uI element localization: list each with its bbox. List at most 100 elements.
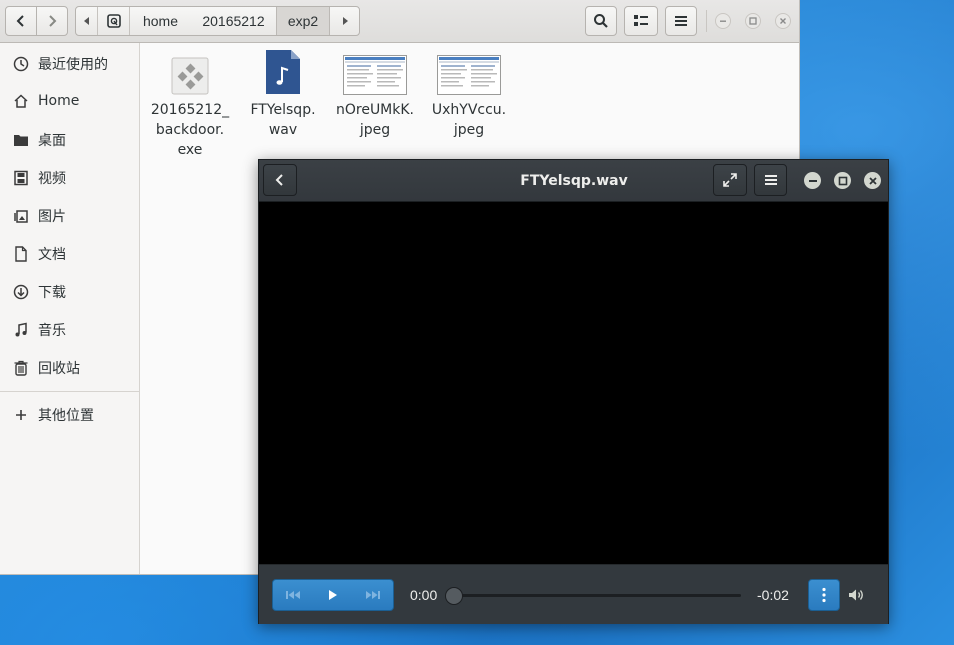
minimize-icon [715,13,731,29]
video-player-window: FTYelsqp.wav 0:00 -0:02 [258,159,889,624]
breadcrumb-exp2[interactable]: exp2 [276,7,330,35]
clock-icon [12,55,30,73]
sidebar-item-label: 回收站 [38,361,80,377]
video-area[interactable] [259,202,888,564]
maximize-icon [838,176,847,185]
sidebar-item-pictures[interactable]: 图片 [0,198,139,234]
maximize-button[interactable] [834,172,851,189]
view-toggle-button[interactable] [624,6,658,36]
history-nav-group [5,6,69,36]
sidebar-item-trash[interactable]: 回收站 [0,350,139,386]
sidebar-item-label: 其他位置 [38,408,94,424]
breadcrumb-20165212[interactable]: 20165212 [191,7,276,35]
time-remaining: -0:02 [757,586,789,603]
sidebar-item-label: 视频 [38,171,66,187]
plus-icon [12,406,30,424]
sidebar-item-label: 下载 [38,285,66,301]
maximize-icon [745,13,761,29]
path-scroll-left-button[interactable] [76,7,98,35]
video-title: FTYelsqp.wav [520,172,628,189]
file-item[interactable]: FTYelsqp. wav [235,50,331,140]
hamburger-icon [675,16,687,26]
document-icon [12,245,30,263]
minimize-button[interactable] [715,13,731,29]
close-button[interactable] [775,13,791,29]
more-options-button[interactable] [808,579,840,611]
list-view-icon [634,15,648,26]
vertical-dots-icon [822,587,826,603]
sidebar-item-label: 文档 [38,247,66,263]
image-thumbnail [437,51,501,95]
sidebar-item-other-locations[interactable]: 其他位置 [0,397,139,433]
image-thumbnail [343,51,407,95]
breadcrumb: home 20165212 exp2 [75,6,360,36]
chevron-left-icon [275,174,283,186]
sidebar-item-label: Home [38,93,80,109]
minimize-button[interactable] [804,172,821,189]
close-icon [868,176,877,185]
sidebar-item-label: 最近使用的 [38,57,108,73]
file-item[interactable]: nOreUMkK. jpeg [327,51,423,140]
playback-controls-bar: 0:00 -0:02 [259,564,888,624]
drive-icon [106,14,121,28]
sidebar-item-videos[interactable]: 视频 [0,160,139,196]
transport-controls [272,579,394,611]
previous-button[interactable] [273,590,313,600]
executable-icon [171,51,209,95]
path-scroll-right-button[interactable] [330,7,359,35]
sidebar-item-documents[interactable]: 文档 [0,236,139,272]
skip-forward-icon [366,591,380,599]
sidebar-item-label: 音乐 [38,323,66,339]
close-icon [775,13,791,29]
menu-button[interactable] [665,6,697,36]
header-separator [706,10,707,32]
arrow-left-icon [83,17,89,25]
music-icon [12,321,30,339]
play-icon [329,590,337,600]
maximize-button[interactable] [745,13,761,29]
file-item[interactable]: 20165212_ backdoor. exe [142,51,238,160]
places-sidebar: 最近使用的 Home 桌面 视频 图片 文档 下载 音乐 回收站 其他位置 [0,43,140,574]
play-button[interactable] [313,589,353,601]
trash-icon [12,359,30,377]
minimize-icon [808,179,817,182]
file-manager-headerbar: home 20165212 exp2 [0,0,799,43]
back-button[interactable] [263,164,297,196]
sidebar-divider [0,391,139,392]
sidebar-item-music[interactable]: 音乐 [0,312,139,348]
sidebar-item-label: 桌面 [38,133,66,149]
home-icon [12,92,30,110]
folder-icon [12,131,30,149]
fullscreen-icon [723,173,737,187]
file-name: FTYelsqp. wav [250,102,316,138]
path-root-button[interactable] [98,7,130,35]
breadcrumb-home[interactable]: home [130,7,191,35]
seek-bar[interactable] [455,594,741,597]
sidebar-item-recent[interactable]: 最近使用的 [0,46,139,82]
sidebar-item-home[interactable]: Home [0,83,139,119]
volume-button[interactable] [848,586,866,604]
player-menu-button[interactable] [754,164,787,196]
seek-handle[interactable] [445,587,463,605]
volume-icon [849,589,863,601]
file-name: UxhYVccu. jpeg [431,102,507,138]
next-button[interactable] [353,590,393,600]
time-elapsed: 0:00 [410,586,438,603]
sidebar-item-label: 图片 [38,209,66,225]
search-icon [594,14,608,28]
hamburger-icon [764,175,777,185]
search-button[interactable] [585,6,617,36]
file-item[interactable]: UxhYVccu. jpeg [421,51,517,140]
audio-file-icon [264,50,302,95]
sidebar-item-desktop[interactable]: 桌面 [0,122,139,158]
sidebar-item-downloads[interactable]: 下载 [0,274,139,310]
fullscreen-button[interactable] [713,164,747,196]
arrow-right-icon [342,17,348,25]
picture-icon [12,207,30,225]
chevron-right-icon [49,15,57,27]
forward-button[interactable] [36,6,68,36]
skip-back-icon [286,591,300,599]
close-button[interactable] [864,172,881,189]
back-button[interactable] [5,6,37,36]
chevron-left-icon [16,15,24,27]
